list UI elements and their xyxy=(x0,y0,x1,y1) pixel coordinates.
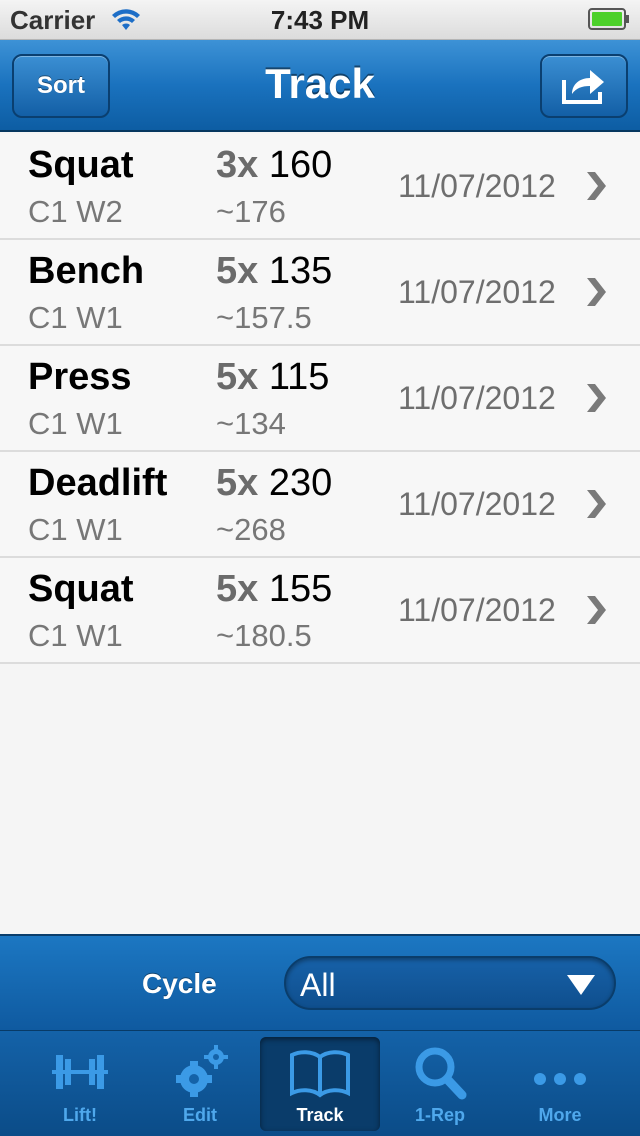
book-icon xyxy=(290,1050,350,1098)
one-rep-estimate: ~176 xyxy=(216,194,286,229)
tab-more-label: More xyxy=(538,1105,582,1125)
reps: 5x xyxy=(216,250,259,292)
weight: 160 xyxy=(268,144,333,186)
tab-more[interactable]: More xyxy=(500,1037,620,1131)
chevron-right-icon xyxy=(587,384,606,412)
one-rep-estimate: ~134 xyxy=(216,406,286,441)
entry-date: 11/07/2012 xyxy=(398,380,556,416)
lift-name: Bench xyxy=(28,250,145,292)
lift-name: Squat xyxy=(28,144,134,186)
list-item[interactable]: Bench C1 W1 5x 135 ~157.5 11/07/2012 xyxy=(0,240,640,346)
list-item[interactable]: Press C1 W1 5x 115 ~134 11/07/2012 xyxy=(0,346,640,452)
gears-icon xyxy=(176,1045,228,1097)
search-icon xyxy=(415,1047,467,1100)
status-bar: Carrier 7:43 PM xyxy=(0,0,640,40)
cycle-filter-bar: Cycle All xyxy=(0,934,640,1030)
reps: 5x xyxy=(216,568,259,610)
sets-weight: 3x 160 xyxy=(216,144,332,187)
weight: 155 xyxy=(268,568,333,610)
entry-date: 11/07/2012 xyxy=(398,592,556,628)
cycle-select-value: All xyxy=(300,967,336,1003)
chevron-right-icon xyxy=(587,172,606,200)
tab-1-rep-label: 1-Rep xyxy=(414,1105,465,1125)
weight: 135 xyxy=(268,250,333,292)
entry-date: 11/07/2012 xyxy=(398,274,556,310)
list-item[interactable]: Deadlift C1 W1 5x 230 ~268 11/07/2012 xyxy=(0,452,640,558)
share-icon xyxy=(562,70,604,104)
tab-lift-label: Lift! xyxy=(63,1105,97,1125)
entry-date: 11/07/2012 xyxy=(398,486,556,522)
status-time: 7:43 PM xyxy=(270,5,370,35)
reps: 3x xyxy=(216,144,259,186)
chevron-down-icon xyxy=(567,975,595,995)
tab-track-label: Track xyxy=(296,1105,344,1125)
list-item[interactable]: Squat C1 W1 5x 155 ~180.5 11/07/2012 xyxy=(0,558,640,664)
cycle-week: C1 W1 xyxy=(28,300,123,335)
sets-weight: 5x 135 xyxy=(216,250,332,293)
list-item[interactable]: Squat C1 W2 3x 160 ~176 11/07/2012 xyxy=(0,134,640,240)
cycle-select[interactable]: All xyxy=(284,956,616,1010)
cycle-label: Cycle xyxy=(142,968,217,999)
sets-weight: 5x 115 xyxy=(216,356,329,399)
chevron-right-icon xyxy=(587,596,606,624)
share-button[interactable] xyxy=(540,54,628,118)
lift-name: Press xyxy=(28,356,132,398)
cycle-week: C1 W1 xyxy=(28,512,123,547)
cycle-week: C1 W1 xyxy=(28,618,123,653)
one-rep-estimate: ~268 xyxy=(216,512,286,547)
cycle-week: C1 W1 xyxy=(28,406,123,441)
entry-date: 11/07/2012 xyxy=(398,168,556,204)
tab-bar: Lift! Edit Track 1-Rep More xyxy=(0,1030,640,1136)
battery-icon xyxy=(588,8,629,30)
nav-bar: Sort Track xyxy=(0,40,640,132)
cycle-week: C1 W2 xyxy=(28,194,123,229)
reps: 5x xyxy=(216,462,259,504)
tab-lift[interactable]: Lift! xyxy=(20,1037,140,1131)
reps: 5x xyxy=(216,356,259,398)
one-rep-estimate: ~157.5 xyxy=(216,300,312,335)
more-dots-icon xyxy=(534,1073,586,1085)
barbell-icon xyxy=(52,1055,108,1089)
track-list: Squat C1 W2 3x 160 ~176 11/07/2012 Bench… xyxy=(0,134,640,664)
lift-name: Squat xyxy=(28,568,134,610)
lift-name: Deadlift xyxy=(28,462,168,504)
chevron-right-icon xyxy=(587,278,606,306)
tab-edit-label: Edit xyxy=(183,1105,217,1125)
weight: 115 xyxy=(268,356,330,398)
sets-weight: 5x 230 xyxy=(216,462,332,505)
tab-track[interactable]: Track xyxy=(260,1037,380,1131)
weight: 230 xyxy=(268,462,333,504)
tab-edit[interactable]: Edit xyxy=(140,1037,260,1131)
tab-1-rep[interactable]: 1-Rep xyxy=(380,1037,500,1131)
chevron-right-icon xyxy=(587,490,606,518)
sets-weight: 5x 155 xyxy=(216,568,332,611)
one-rep-estimate: ~180.5 xyxy=(216,618,312,653)
